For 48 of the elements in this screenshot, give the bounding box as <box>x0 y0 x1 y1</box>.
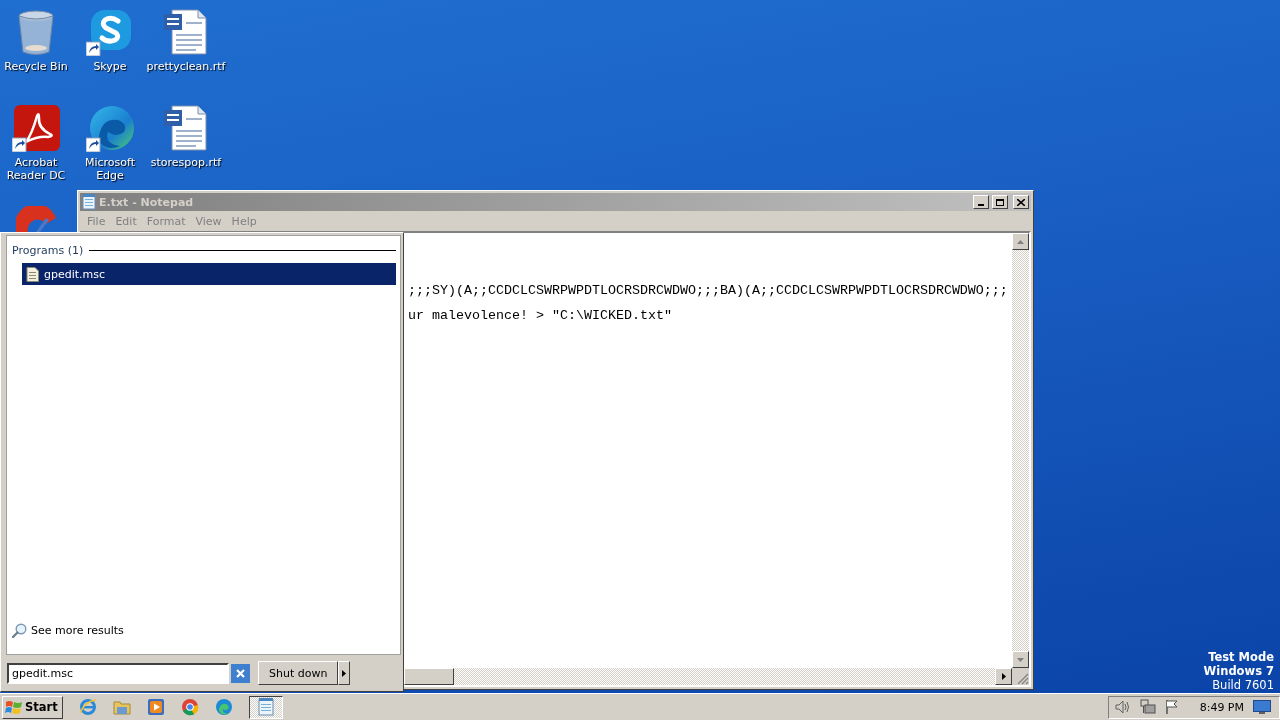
close-button[interactable] <box>1013 195 1029 209</box>
notepad-icon <box>82 194 96 210</box>
build-info-text: Build 7601 <box>1212 678 1274 692</box>
media-player-icon[interactable] <box>146 698 165 716</box>
group-header: Programs (1) <box>12 244 84 257</box>
text-line: ;;;SY)(A;;CCDCLCSWRPWPDTLOCRSDRCWDWO;;;BA)(A;;CCDCLCSWRPWPDTLOCRSDRCWDWO;;; <box>408 284 1009 297</box>
speaker-icon[interactable] <box>1114 700 1131 714</box>
network-icon[interactable] <box>1139 699 1156 715</box>
close-icon <box>236 668 245 678</box>
result-item[interactable]: gpedit.msc <box>22 263 396 285</box>
desktop-icon[interactable]: Microsoft Edge <box>72 104 148 182</box>
clear-search-button[interactable] <box>231 663 250 683</box>
build-info-text: Test Mode <box>1208 650 1274 664</box>
scroll-up-button[interactable] <box>1012 233 1029 250</box>
close-icon <box>1017 198 1025 206</box>
triangle-icon <box>342 669 347 677</box>
minimize-button[interactable] <box>973 195 989 209</box>
flag-icon[interactable] <box>1164 699 1179 715</box>
desktop-icon[interactable]: Acrobat Reader DC <box>0 104 74 182</box>
maximize-icon <box>996 198 1004 206</box>
text-line: ur malevolence! > "C:\WICKED.txt" <box>408 309 673 322</box>
windows-logo-icon <box>5 699 23 715</box>
desktop-icon[interactable]: Recycle Bin <box>0 8 74 73</box>
shut-down-options-button[interactable] <box>338 661 351 685</box>
scroll-down-button[interactable] <box>1012 651 1029 668</box>
triangle-icon <box>1017 239 1024 244</box>
notepad-icon <box>257 698 274 716</box>
browser-icon[interactable] <box>180 698 199 716</box>
triangle-icon <box>1001 673 1006 680</box>
search-icon <box>12 623 27 638</box>
build-info-text: Windows 7 <box>1203 664 1274 678</box>
desktop-icon[interactable]: prettyclean.rtf <box>148 8 224 73</box>
show-desktop-icon[interactable] <box>1253 700 1271 714</box>
window-title: E.txt - Notepad <box>99 195 195 209</box>
resize-grip-icon[interactable] <box>1017 673 1029 685</box>
clock[interactable]: 8:49 PM <box>1199 700 1244 714</box>
start-button[interactable]: Start <box>2 695 63 719</box>
triangle-icon <box>1017 657 1024 662</box>
search-field[interactable]: gpedit.msc <box>7 662 229 684</box>
shut-down-button[interactable]: Shut down <box>258 661 339 685</box>
desktop-icon[interactable]: storespop.rtf <box>148 104 224 169</box>
maximize-button[interactable] <box>992 195 1008 209</box>
scroll-right-button[interactable] <box>995 668 1012 685</box>
taskbar-button[interactable] <box>248 695 283 719</box>
scroll-thumb[interactable] <box>404 668 454 685</box>
see-more-link[interactable]: See more results <box>12 623 124 638</box>
desktop-icon[interactable]: Skype <box>72 8 148 73</box>
document-icon <box>26 266 39 282</box>
